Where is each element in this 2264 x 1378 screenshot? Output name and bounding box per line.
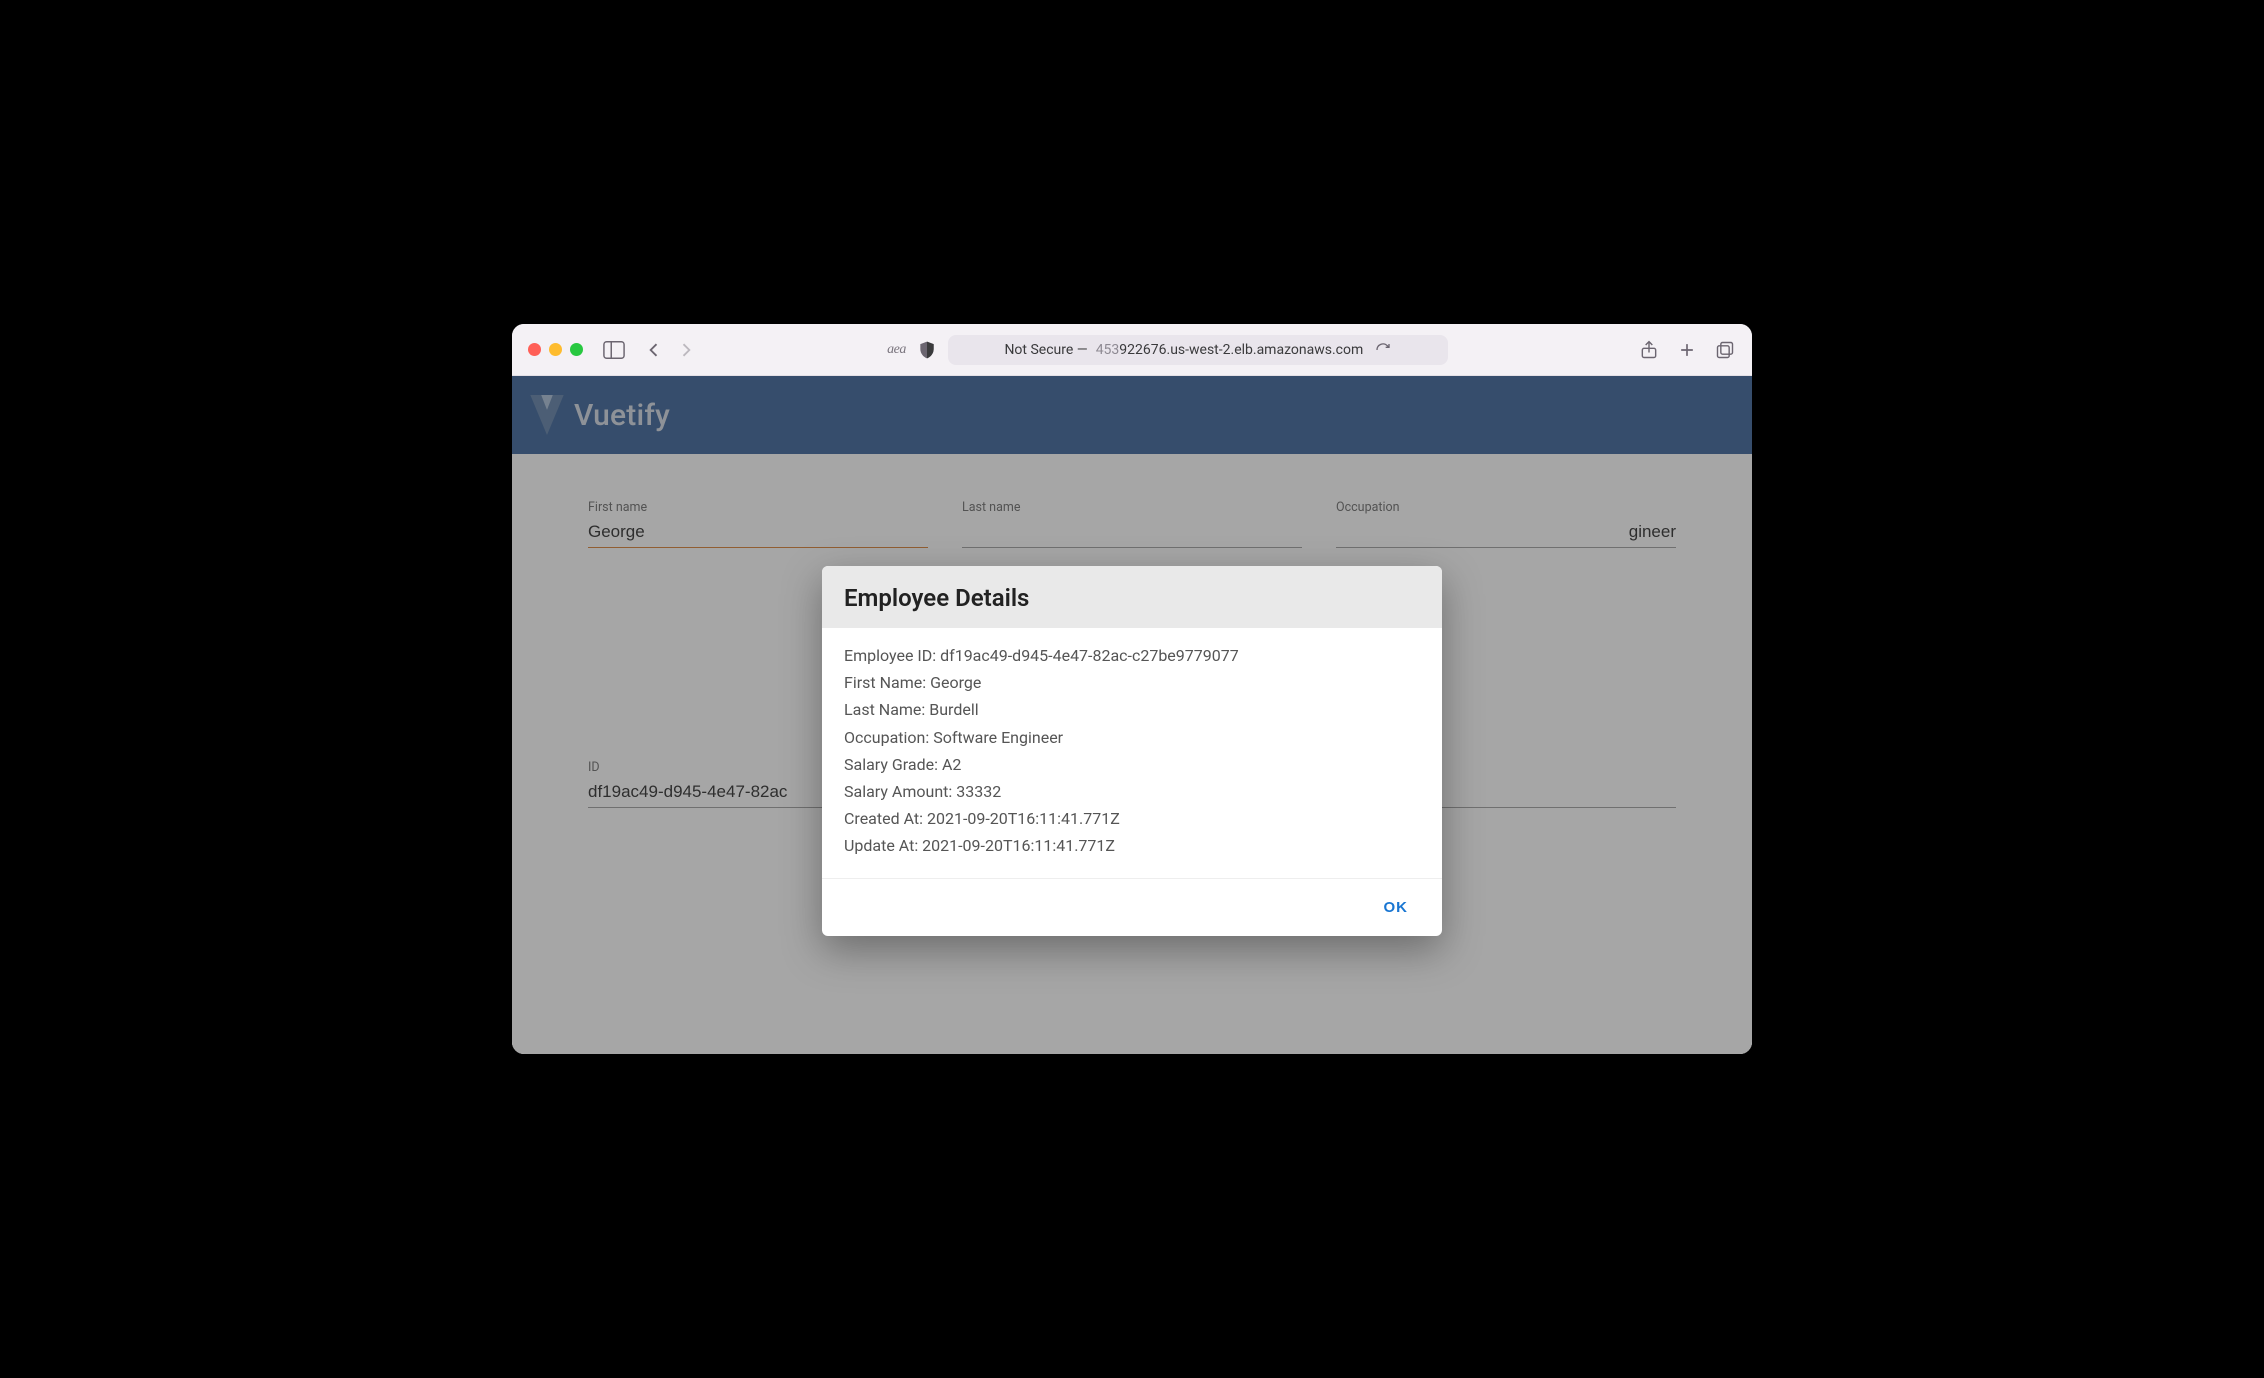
detail-salary-amount: Salary Amount: 33332 <box>844 778 1420 805</box>
sidebar-toggle-icon[interactable] <box>603 340 625 360</box>
address-prefix: Not Secure — <box>1004 342 1087 358</box>
close-window-button[interactable] <box>528 343 541 356</box>
detail-occupation: Occupation: Software Engineer <box>844 724 1420 751</box>
detail-first-name: First Name: George <box>844 669 1420 696</box>
address-text: 922676.us-west-2.elb.amazonaws.com <box>1119 342 1363 358</box>
detail-updated-at: Update At: 2021-09-20T16:11:41.771Z <box>844 832 1420 859</box>
detail-last-name: Last Name: Burdell <box>844 696 1420 723</box>
new-tab-icon[interactable] <box>1676 340 1698 360</box>
employee-details-dialog: Employee Details Employee ID: df19ac49-d… <box>822 566 1442 936</box>
reload-icon[interactable] <box>1375 342 1391 358</box>
browser-toolbar: aea Not Secure — 453922676.us-west-2.elb… <box>512 324 1752 376</box>
nav-forward-icon[interactable] <box>675 340 697 360</box>
dialog-body: Employee ID: df19ac49-d945-4e47-82ac-c27… <box>822 628 1442 878</box>
browser-window: aea Not Secure — 453922676.us-west-2.elb… <box>512 324 1752 1054</box>
maximize-window-button[interactable] <box>570 343 583 356</box>
address-bar[interactable]: Not Secure — 453922676.us-west-2.elb.ama… <box>948 335 1448 365</box>
site-favicon: aea <box>887 342 906 358</box>
privacy-shield-icon[interactable] <box>916 340 938 360</box>
detail-salary-grade: Salary Grade: A2 <box>844 751 1420 778</box>
detail-created-at: Created At: 2021-09-20T16:11:41.771Z <box>844 805 1420 832</box>
share-icon[interactable] <box>1638 340 1660 360</box>
page-viewport: Vuetify First name Last name Occupation <box>512 376 1752 1054</box>
dialog-title: Employee Details <box>822 566 1442 628</box>
window-controls <box>528 343 583 356</box>
tabs-overview-icon[interactable] <box>1714 340 1736 360</box>
minimize-window-button[interactable] <box>549 343 562 356</box>
detail-employee-id: Employee ID: df19ac49-d945-4e47-82ac-c27… <box>844 642 1420 669</box>
ok-button[interactable]: OK <box>1372 891 1421 924</box>
address-text-muted: 453 <box>1096 342 1120 358</box>
dialog-actions: OK <box>822 878 1442 936</box>
nav-back-icon[interactable] <box>643 340 665 360</box>
